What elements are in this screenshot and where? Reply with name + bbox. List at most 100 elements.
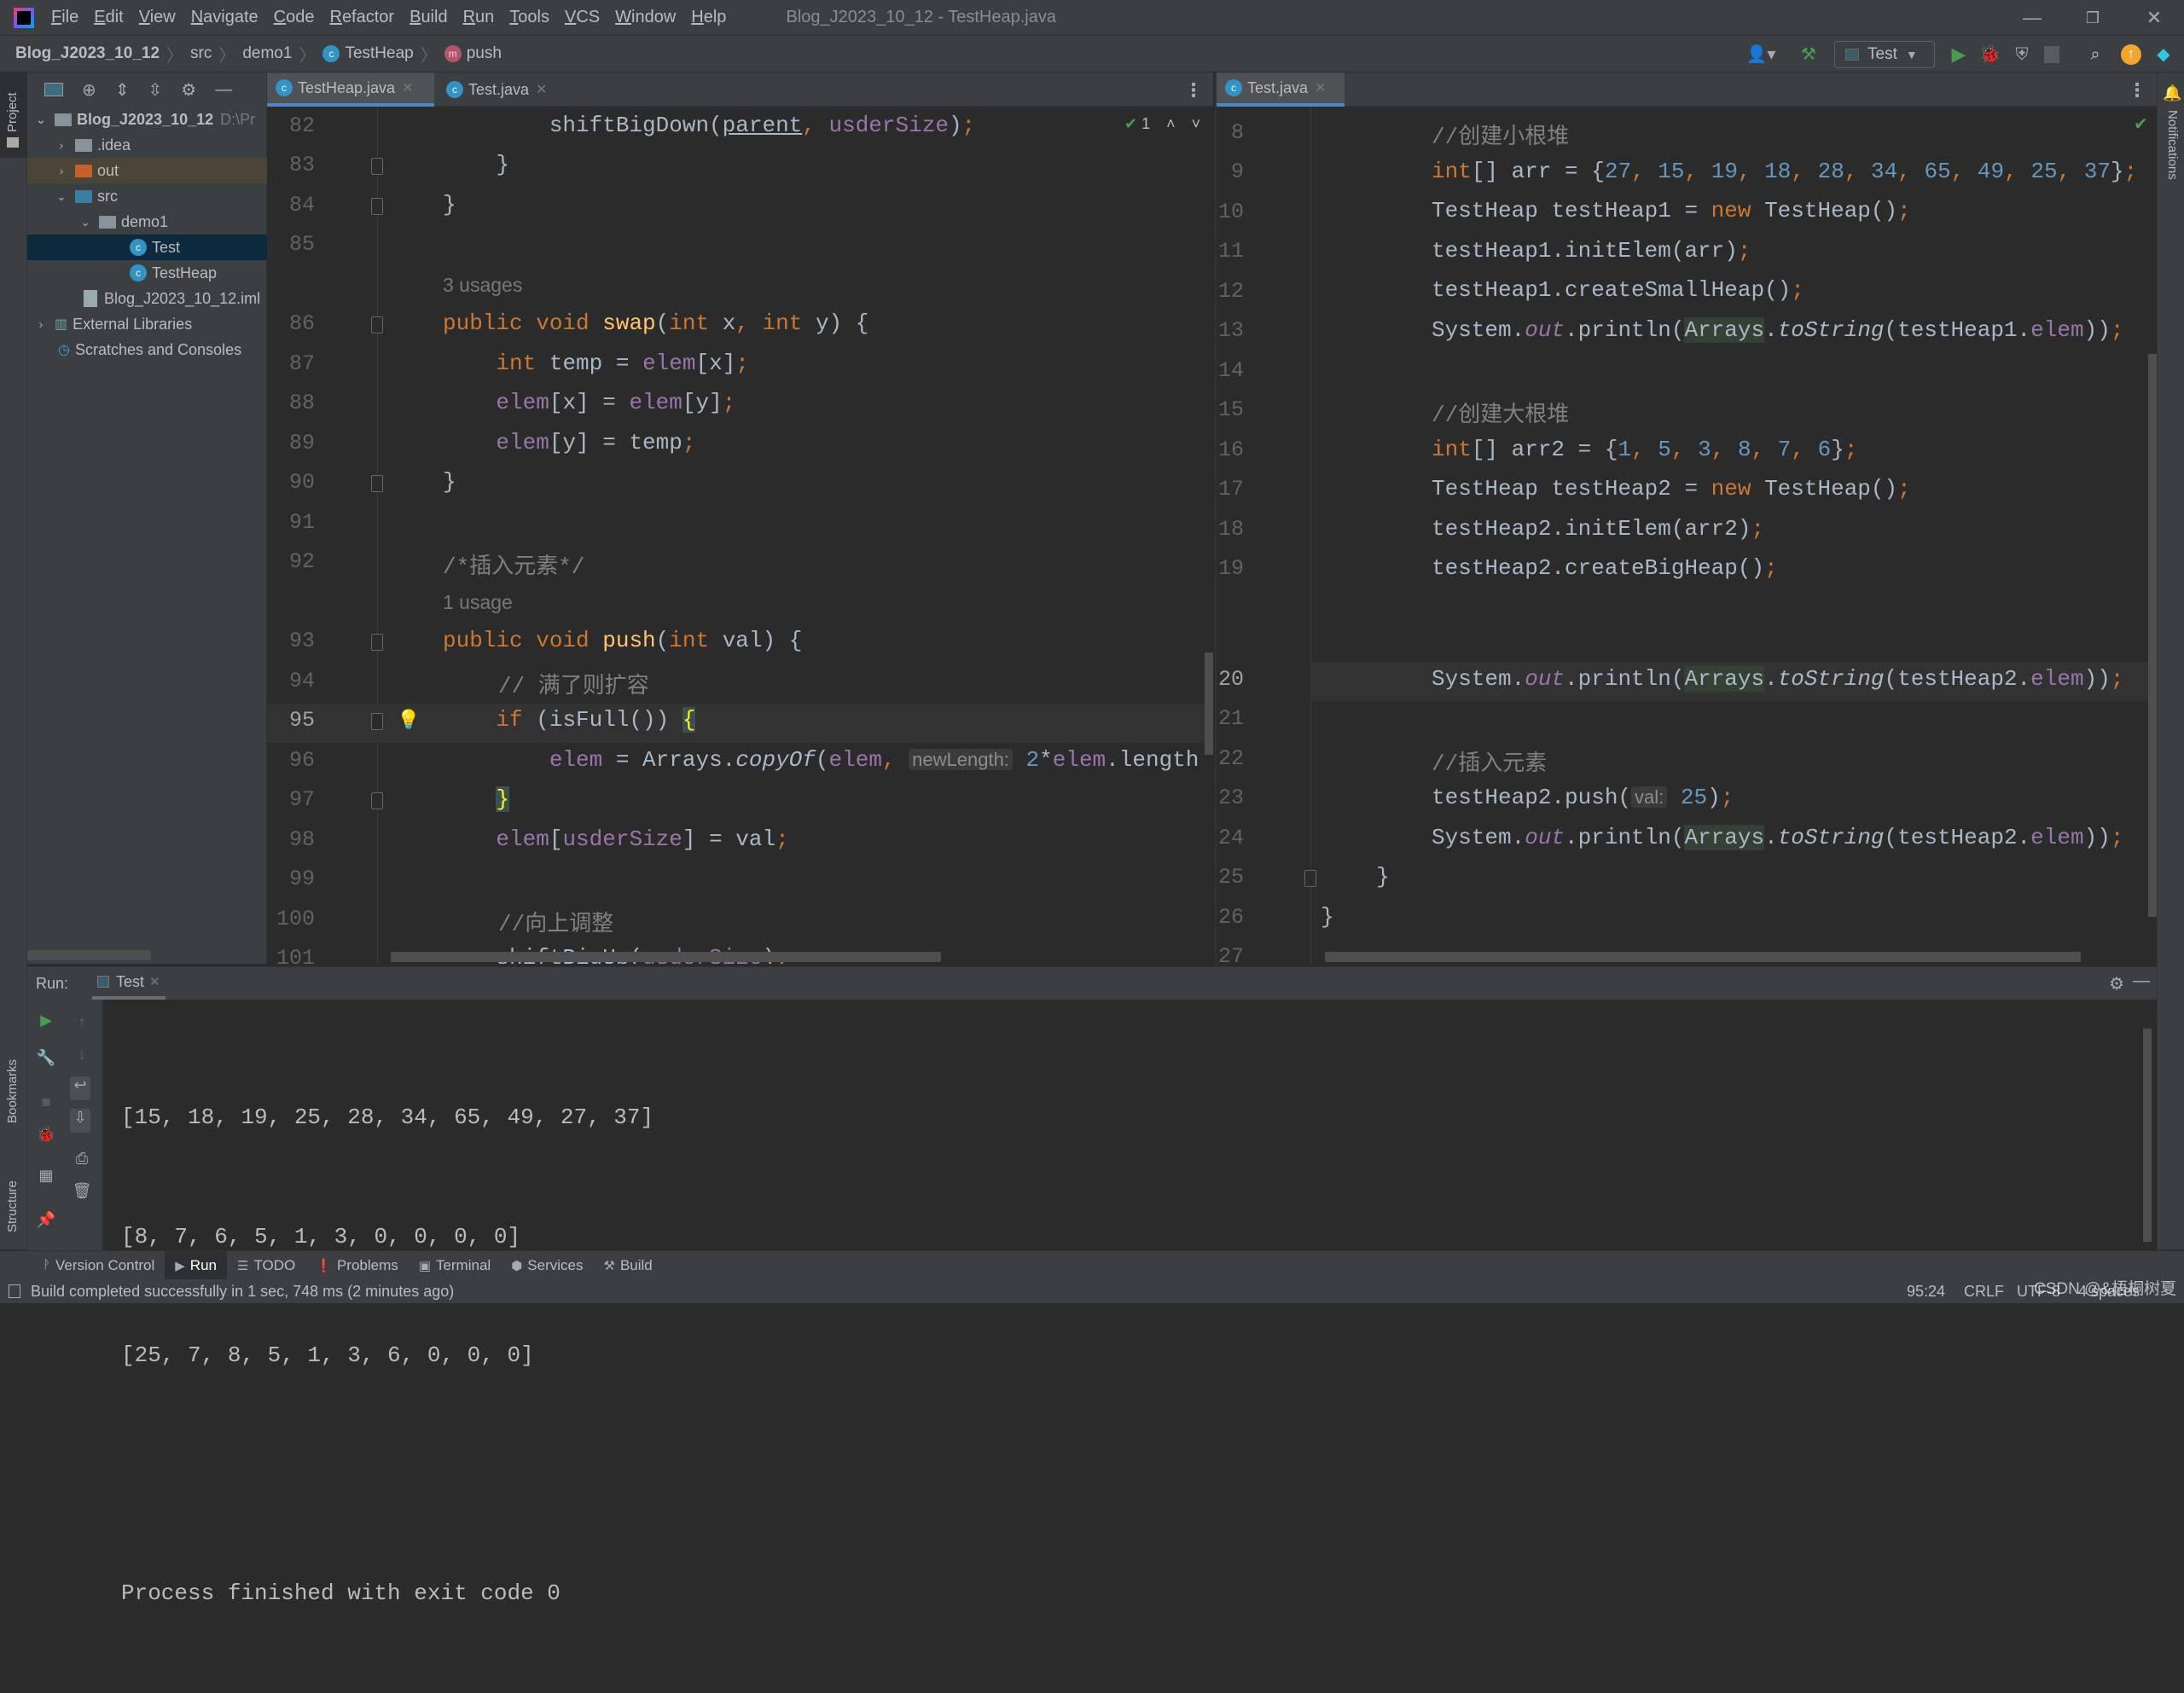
menu-refactor[interactable]: Refactor	[329, 8, 394, 27]
chevron-down-icon[interactable]: ⌄	[34, 113, 48, 127]
lightbulb-icon[interactable]: 💡	[397, 709, 420, 731]
select-opened-file-icon[interactable]: ⊕	[82, 79, 96, 101]
pin-icon[interactable]: 📌	[36, 1211, 56, 1229]
horizontal-scrollbar[interactable]	[1325, 952, 2081, 962]
chevron-right-icon[interactable]: ›	[55, 138, 68, 152]
tool-terminal[interactable]: ▣ Terminal	[409, 1251, 501, 1280]
project-tool-tab[interactable]: Project	[0, 72, 27, 158]
tree-item-test[interactable]: c Test	[27, 235, 267, 260]
menu-code[interactable]: Code	[274, 8, 315, 27]
restore-button[interactable]: ❐	[2080, 5, 2106, 31]
tree-item-scratches[interactable]: ◷ Scratches and Consoles	[27, 337, 267, 362]
tree-item-project-root[interactable]: ⌄ Blog_J2023_10_12 D:\Pr	[27, 107, 267, 132]
breadcrumb-package[interactable]: demo1	[242, 44, 292, 63]
usages-hint[interactable]: 3 usages	[443, 274, 522, 297]
tree-item-testheap[interactable]: c TestHeap	[27, 260, 267, 286]
line-separator[interactable]: CRLF	[1964, 1283, 2004, 1301]
tab-testheap-java[interactable]: c TestHeap.java ✕	[267, 72, 434, 107]
tool-version-control[interactable]: ᚹ Version Control	[32, 1251, 165, 1280]
wrench-icon[interactable]: 🔧	[36, 1049, 56, 1067]
fold-marker-icon[interactable]	[371, 198, 383, 215]
notifications-bell-icon[interactable]: 🔔	[2163, 84, 2181, 102]
fold-marker-icon[interactable]	[371, 634, 383, 651]
bookmarks-tool-tab[interactable]: Bookmarks	[0, 1028, 27, 1130]
down-arrow-icon[interactable]: ↓	[72, 1046, 92, 1064]
close-tab-icon[interactable]: ✕	[1315, 79, 1326, 96]
tool-services[interactable]: ⬢ Services	[501, 1251, 593, 1280]
more-tabs-icon[interactable]: ⋮	[1184, 79, 1203, 101]
usages-hint[interactable]: 1 usage	[443, 591, 513, 614]
console-scrollbar[interactable]	[2143, 1029, 2152, 1242]
tree-item-external-libraries[interactable]: › ▥ External Libraries	[27, 311, 267, 337]
menu-tools[interactable]: Tools	[509, 8, 549, 27]
project-view-icon[interactable]	[44, 83, 63, 96]
gear-icon[interactable]: ⚙	[2109, 973, 2124, 994]
hide-panel-icon[interactable]: —	[2133, 971, 2150, 991]
tab-test-java[interactable]: c Test.java ✕	[438, 72, 555, 107]
tree-item-src[interactable]: ⌄ src	[27, 183, 267, 209]
breadcrumb-src[interactable]: src	[190, 44, 212, 63]
rerun-icon[interactable]: ▶	[36, 1012, 56, 1029]
tool-run[interactable]: ▶ Run	[165, 1250, 227, 1280]
breadcrumb-project[interactable]: Blog_J2023_10_12	[15, 44, 160, 63]
chevron-right-icon[interactable]: ›	[34, 317, 48, 331]
menu-file[interactable]: File	[51, 8, 78, 27]
inspection-widget[interactable]: ✔ 1 ˄ ˅	[1124, 115, 1200, 133]
run-configuration-selector[interactable]: Test ▼	[1834, 41, 1935, 68]
expand-all-icon[interactable]: ⇕	[115, 79, 130, 101]
soft-wrap-icon[interactable]: ↩	[70, 1076, 90, 1100]
vertical-scrollbar[interactable]	[2148, 354, 2157, 917]
trash-icon[interactable]: 🗑	[72, 1182, 92, 1200]
fold-marker-icon[interactable]	[371, 316, 383, 333]
console-output[interactable]: [15, 18, 19, 25, 28, 34, 65, 49, 27, 37]…	[121, 1018, 653, 1693]
no-problems-check-icon[interactable]: ✔	[2134, 113, 2148, 135]
run-button[interactable]: ▶	[1949, 44, 1969, 65]
tool-build[interactable]: ⚒ Build	[593, 1251, 662, 1280]
tree-item-idea[interactable]: › .idea	[27, 132, 267, 158]
build-hammer-icon[interactable]: ⚒	[1798, 44, 1819, 65]
print-icon[interactable]: ⎙	[72, 1150, 92, 1168]
menu-help[interactable]: Help	[691, 8, 726, 27]
chevron-right-icon[interactable]: ›	[55, 164, 68, 177]
menu-edit[interactable]: Edit	[94, 8, 123, 27]
notifications-tool-label[interactable]: Notifications	[2165, 110, 2180, 180]
breadcrumb-method[interactable]: push	[467, 44, 502, 63]
up-arrow-icon[interactable]: ↑	[72, 1013, 92, 1031]
search-icon[interactable]: ⌕	[2085, 44, 2106, 65]
tool-problems[interactable]: ❗ Problems	[305, 1251, 409, 1280]
breadcrumb-class[interactable]: TestHeap	[345, 44, 413, 63]
caret-position[interactable]: 95:24	[1907, 1283, 1945, 1301]
layout-icon[interactable]: ▦	[36, 1167, 56, 1185]
vcs-user-icon[interactable]: 👤▾	[1744, 44, 1778, 65]
menu-vcs[interactable]: VCS	[565, 8, 600, 27]
run-tab-test[interactable]: Test ✕	[92, 967, 166, 1000]
fold-marker-icon[interactable]	[371, 792, 383, 809]
structure-tool-tab[interactable]: Structure	[0, 1147, 27, 1241]
jetbrains-toolbox-icon[interactable]: ◆	[2153, 44, 2174, 65]
gear-icon[interactable]: ⚙	[181, 79, 196, 101]
close-tab-icon[interactable]: ✕	[536, 81, 547, 98]
chevron-down-icon[interactable]: ⌄	[55, 189, 68, 204]
hide-icon[interactable]: —	[215, 80, 232, 100]
toggle-tool-windows-icon[interactable]	[9, 1284, 20, 1298]
collapse-all-icon[interactable]: ⇳	[148, 79, 163, 101]
tree-item-out[interactable]: › out	[27, 158, 267, 183]
fold-marker-icon[interactable]	[371, 475, 383, 492]
close-tab-icon[interactable]: ✕	[402, 79, 413, 96]
previous-highlight-icon[interactable]: ˄	[1166, 115, 1176, 132]
debug-button[interactable]: 🐞	[1979, 44, 2001, 65]
fold-marker-icon[interactable]	[371, 713, 383, 730]
more-tabs-icon[interactable]: ⋮	[2128, 79, 2146, 101]
horizontal-scrollbar[interactable]	[391, 952, 941, 962]
stop-icon[interactable]: ■	[36, 1093, 56, 1111]
fold-marker-icon[interactable]	[1304, 870, 1316, 887]
tab-test-java[interactable]: c Test.java ✕	[1217, 72, 1345, 107]
update-icon[interactable]: ↑	[2121, 44, 2141, 65]
close-window-button[interactable]: ✕	[2141, 5, 2167, 31]
scroll-to-end-icon[interactable]: ⇩	[70, 1109, 90, 1133]
menu-build[interactable]: Build	[410, 8, 447, 27]
menu-navigate[interactable]: Navigate	[191, 8, 258, 27]
vertical-scrollbar[interactable]	[1205, 652, 1213, 755]
menu-run[interactable]: Run	[463, 8, 495, 27]
coverage-button[interactable]: ⛨	[2012, 44, 2032, 65]
